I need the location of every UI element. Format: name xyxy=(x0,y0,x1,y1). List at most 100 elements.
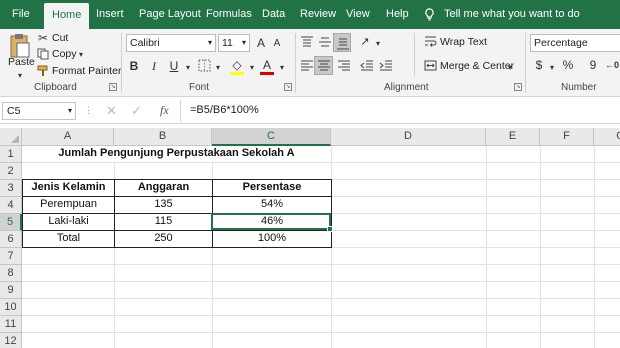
chevron-down-icon[interactable]: ▾ xyxy=(506,61,514,75)
column-header-g[interactable]: G xyxy=(594,128,620,146)
align-center-button[interactable] xyxy=(314,56,333,75)
chevron-down-icon[interactable]: ▾ xyxy=(79,48,83,62)
font-name-select[interactable]: Calibri ▾ xyxy=(126,34,216,52)
merge-center-button[interactable]: Merge & Center xyxy=(440,60,514,72)
row-header-12[interactable]: 12 xyxy=(0,333,22,348)
sheet-title-cell[interactable]: Jumlah Pengunjung Perpustakaan Sekolah A xyxy=(23,147,330,159)
underline-button[interactable]: U xyxy=(168,59,180,73)
table-cell[interactable]: Laki-laki xyxy=(23,215,114,227)
column-header-a[interactable]: A xyxy=(22,128,114,146)
tab-formulas[interactable]: Formulas xyxy=(206,0,252,29)
bottom-align-button[interactable] xyxy=(333,33,351,52)
table-cell[interactable]: 54% xyxy=(213,198,331,210)
tab-review[interactable]: Review xyxy=(300,0,336,29)
table-cell[interactable]: 250 xyxy=(115,232,212,244)
tell-me-search[interactable]: Tell me what you want to do xyxy=(444,0,580,29)
cut-button[interactable]: Cut xyxy=(52,32,68,44)
row-header-7[interactable]: 7 xyxy=(0,248,22,265)
borders-icon[interactable] xyxy=(198,59,211,72)
tab-page-layout[interactable]: Page Layout xyxy=(139,0,201,29)
tab-insert[interactable]: Insert xyxy=(96,0,124,29)
tab-help[interactable]: Help xyxy=(386,0,409,29)
font-color-icon[interactable]: A xyxy=(260,58,274,72)
top-align-icon[interactable] xyxy=(300,36,314,49)
wrap-text-button[interactable]: Wrap Text xyxy=(440,36,487,48)
tab-data[interactable]: Data xyxy=(262,0,285,29)
chevron-down-icon[interactable]: ▾ xyxy=(248,61,256,75)
active-cell-selection[interactable] xyxy=(211,213,331,230)
font-launcher-icon[interactable]: ↘ xyxy=(284,83,292,91)
increase-indent-icon[interactable] xyxy=(379,60,393,72)
currency-button[interactable]: $ xyxy=(534,58,544,72)
middle-align-icon[interactable] xyxy=(318,36,332,49)
copy-button[interactable]: Copy xyxy=(52,48,77,60)
clipboard-launcher-icon[interactable]: ↘ xyxy=(109,83,117,91)
fill-color-icon[interactable]: ◇ xyxy=(230,58,244,72)
orientation-icon[interactable]: ↗ xyxy=(358,35,372,49)
lightbulb-icon[interactable] xyxy=(424,8,435,21)
alignment-launcher-icon[interactable]: ↘ xyxy=(514,83,522,91)
column-header-e[interactable]: E xyxy=(486,128,540,146)
row-header-9[interactable]: 9 xyxy=(0,282,22,299)
divider xyxy=(525,33,526,93)
merge-center-icon[interactable] xyxy=(424,59,437,72)
shrink-font-icon[interactable]: A xyxy=(271,37,283,51)
cancel-icon[interactable]: ✕ xyxy=(106,103,117,119)
column-header-d[interactable]: D xyxy=(331,128,486,146)
increase-decimal-icon[interactable]: ←0 xyxy=(605,58,619,72)
font-size-select[interactable]: 11 ▾ xyxy=(218,34,250,52)
table-cell[interactable]: Perempuan xyxy=(23,198,114,210)
bold-button[interactable]: B xyxy=(128,59,140,73)
row-header-5[interactable]: 5 xyxy=(0,214,22,231)
name-box[interactable]: C5 ▾ xyxy=(2,102,76,120)
fill-handle[interactable] xyxy=(327,226,333,232)
chevron-down-icon[interactable]: ▾ xyxy=(18,69,22,83)
worksheet-grid[interactable]: A B C D E F G 1 2 3 4 5 6 7 8 9 10 11 12… xyxy=(0,128,620,348)
tab-home[interactable]: Home xyxy=(44,3,90,29)
format-painter-icon[interactable] xyxy=(37,65,49,77)
insert-function-icon[interactable]: fx xyxy=(160,103,169,118)
table-cell[interactable]: Total xyxy=(23,232,114,244)
column-header-f[interactable]: F xyxy=(540,128,594,146)
chevron-down-icon[interactable]: ▾ xyxy=(374,37,382,51)
row-header-11[interactable]: 11 xyxy=(0,316,22,333)
grow-font-icon[interactable]: A xyxy=(255,36,267,50)
number-format-select[interactable]: Percentage xyxy=(530,34,620,52)
chevron-down-icon[interactable]: ▾ xyxy=(214,61,222,75)
italic-button[interactable]: I xyxy=(148,59,160,73)
header-cell[interactable]: Persentase xyxy=(213,181,331,193)
row-header-10[interactable]: 10 xyxy=(0,299,22,316)
chevron-down-icon[interactable]: ▾ xyxy=(548,61,556,75)
header-cell[interactable]: Jenis Kelamin xyxy=(23,181,114,193)
header-cell[interactable]: Anggaran xyxy=(115,181,212,193)
row-header-2[interactable]: 2 xyxy=(0,163,22,180)
formula-input[interactable]: =B5/B6*100% xyxy=(190,104,259,116)
table-cell[interactable]: 100% xyxy=(213,232,331,244)
scissors-icon[interactable]: ✂ xyxy=(38,31,48,45)
comma-button[interactable]: 9 xyxy=(588,58,598,72)
decrease-indent-icon[interactable] xyxy=(360,60,374,72)
column-header-c[interactable]: C xyxy=(212,128,331,146)
table-cell[interactable]: 115 xyxy=(115,215,212,227)
tab-view[interactable]: View xyxy=(346,0,370,29)
chevron-down-icon[interactable]: ▾ xyxy=(184,61,192,75)
row-header-6[interactable]: 6 xyxy=(0,231,22,248)
format-painter-button[interactable]: Format Painter xyxy=(52,65,121,77)
enter-icon[interactable]: ✓ xyxy=(131,103,142,119)
align-right-icon[interactable] xyxy=(337,60,351,72)
wrap-text-icon[interactable] xyxy=(424,35,437,48)
align-left-icon[interactable] xyxy=(300,60,314,72)
select-all-button[interactable] xyxy=(0,128,22,146)
table-cell[interactable]: 135 xyxy=(115,198,212,210)
row-header-3[interactable]: 3 xyxy=(0,180,22,197)
percent-button[interactable]: % xyxy=(561,58,575,72)
formula-bar: C5 ▾ ⋮ ✕ ✓ fx =B5/B6*100% xyxy=(0,98,620,124)
row-header-1[interactable]: 1 xyxy=(0,146,22,163)
chevron-down-icon[interactable]: ▾ xyxy=(278,61,286,75)
copy-icon[interactable] xyxy=(37,48,49,60)
row-header-4[interactable]: 4 xyxy=(0,197,22,214)
column-header-b[interactable]: B xyxy=(114,128,212,146)
tab-file[interactable]: File xyxy=(12,0,30,29)
paste-button[interactable]: Paste xyxy=(8,56,35,68)
row-header-8[interactable]: 8 xyxy=(0,265,22,282)
